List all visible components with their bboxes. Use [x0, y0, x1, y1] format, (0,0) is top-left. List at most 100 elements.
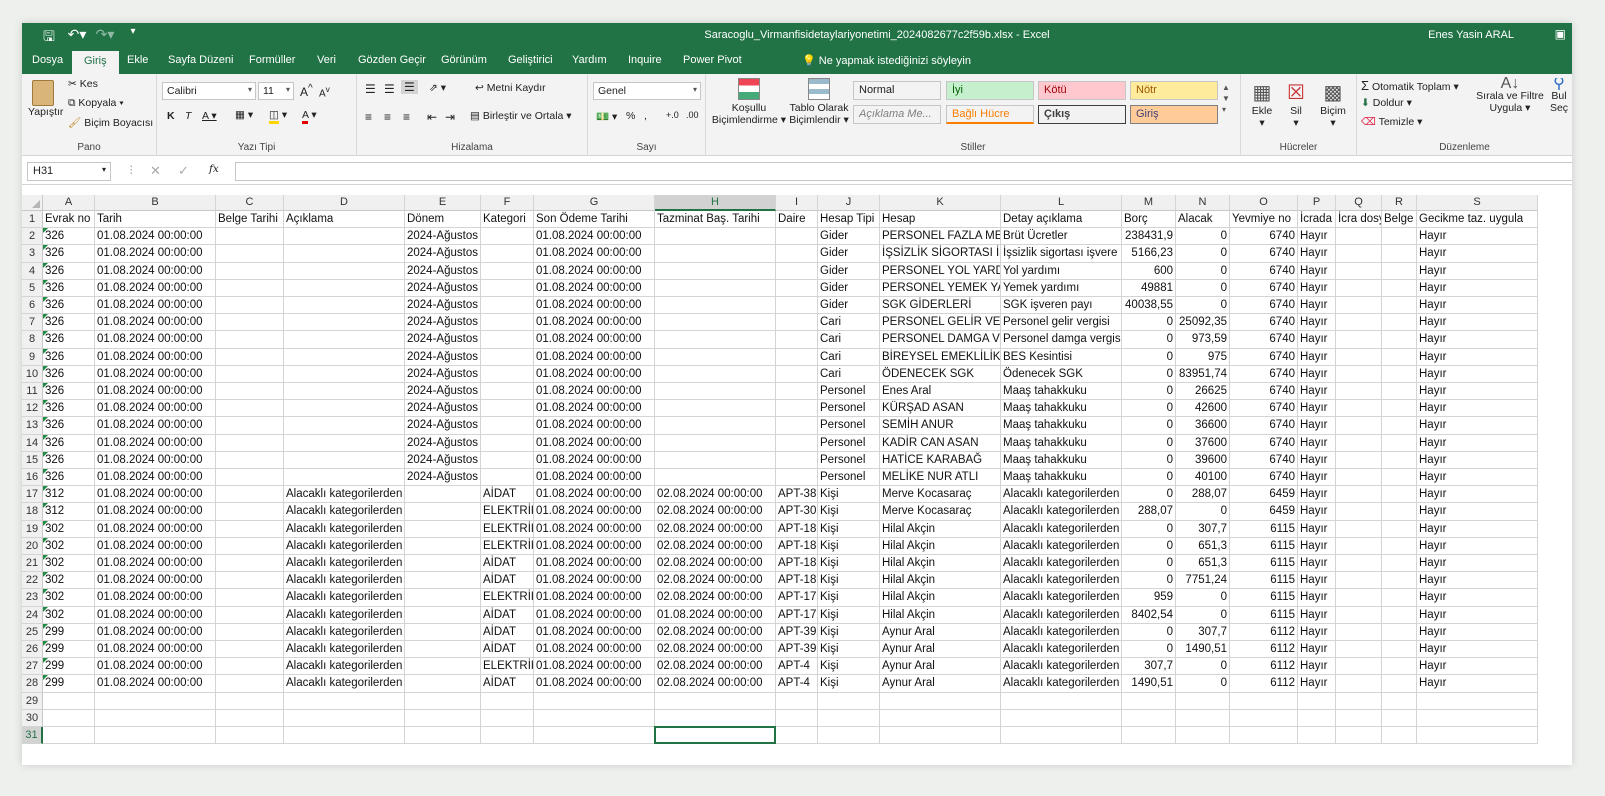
cell-i29[interactable]	[776, 692, 818, 710]
cell-r1[interactable]: Belge	[1382, 211, 1417, 229]
tab-veri[interactable]: Veri	[317, 54, 336, 66]
cell-q23[interactable]	[1336, 589, 1382, 607]
cell-g13[interactable]: 01.08.2024 00:00:00	[534, 417, 655, 435]
insert-cells-button[interactable]: ▦ Ekle ▾	[1247, 80, 1277, 129]
cell-m9[interactable]: 0	[1122, 348, 1176, 366]
column-header-k[interactable]: K	[880, 195, 1001, 211]
cell-g20[interactable]: 01.08.2024 00:00:00	[534, 537, 655, 555]
cell-d20[interactable]: Alacaklı kategorilerden	[284, 537, 405, 555]
cell-n25[interactable]: 307,7	[1176, 623, 1230, 641]
cell-n5[interactable]: 0	[1176, 279, 1230, 297]
cell-m16[interactable]: 0	[1122, 469, 1176, 487]
cell-l20[interactable]: Alacaklı kategorilerden	[1001, 537, 1122, 555]
cell-p23[interactable]: Hayır	[1298, 589, 1336, 607]
cell-a23[interactable]: 302	[43, 589, 95, 607]
cell-s16[interactable]: Hayır	[1417, 469, 1538, 487]
cell-k21[interactable]: Hilal Akçin	[880, 555, 1001, 573]
cell-j18[interactable]: Kişi	[818, 503, 880, 521]
cell-m31[interactable]	[1122, 727, 1176, 745]
tell-me-search[interactable]: 💡 Ne yapmak istediğinizi söyleyin	[802, 54, 971, 67]
cell-i17[interactable]: APT-38	[776, 486, 818, 504]
cell-c27[interactable]	[216, 658, 284, 676]
tab-gorunum[interactable]: Görünüm	[441, 54, 487, 66]
cell-r11[interactable]	[1382, 383, 1417, 401]
cell-d2[interactable]	[284, 228, 405, 246]
cell-r13[interactable]	[1382, 417, 1417, 435]
tab-giris[interactable]: Giriş	[72, 51, 119, 74]
cell-s13[interactable]: Hayır	[1417, 417, 1538, 435]
cell-e12[interactable]: 2024-Ağustos	[405, 400, 481, 418]
cell-c16[interactable]	[216, 469, 284, 487]
cell-e14[interactable]: 2024-Ağustos	[405, 434, 481, 452]
cell-m17[interactable]: 0	[1122, 486, 1176, 504]
cell-s2[interactable]: Hayır	[1417, 228, 1538, 246]
cell-a26[interactable]: 299	[43, 641, 95, 659]
cell-f22[interactable]: AİDAT	[481, 572, 534, 590]
cell-q28[interactable]	[1336, 675, 1382, 693]
cell-d27[interactable]: Alacaklı kategorilerden	[284, 658, 405, 676]
row-header-17[interactable]: 17	[22, 486, 43, 504]
cell-i15[interactable]	[776, 451, 818, 469]
cell-n9[interactable]: 975	[1176, 348, 1230, 366]
tab-gelistirici[interactable]: Geliştirici	[508, 54, 553, 66]
cell-o12[interactable]: 6740	[1230, 400, 1298, 418]
cell-b19[interactable]: 01.08.2024 00:00:00	[95, 520, 216, 538]
cell-d8[interactable]	[284, 331, 405, 349]
row-header-27[interactable]: 27	[22, 658, 43, 676]
cell-o14[interactable]: 6740	[1230, 434, 1298, 452]
cell-a2[interactable]: 326	[43, 228, 95, 246]
cell-d28[interactable]: Alacaklı kategorilerden	[284, 675, 405, 693]
cell-a30[interactable]	[43, 709, 95, 727]
cell-i8[interactable]	[776, 331, 818, 349]
cell-m26[interactable]: 0	[1122, 641, 1176, 659]
cell-d21[interactable]: Alacaklı kategorilerden	[284, 555, 405, 573]
cell-d1[interactable]: Açıklama	[284, 211, 405, 229]
cell-a17[interactable]: 312	[43, 486, 95, 504]
cell-b8[interactable]: 01.08.2024 00:00:00	[95, 331, 216, 349]
column-header-l[interactable]: L	[1001, 195, 1122, 211]
cell-n11[interactable]: 26625	[1176, 383, 1230, 401]
cell-m23[interactable]: 959	[1122, 589, 1176, 607]
cell-j30[interactable]	[818, 709, 880, 727]
find-select-button[interactable]: ⚲ Bul Seç	[1547, 78, 1571, 114]
style-linked-cell[interactable]: Bağlı Hücre	[946, 105, 1034, 124]
cell-j15[interactable]: Personel	[818, 451, 880, 469]
cell-m20[interactable]: 0	[1122, 537, 1176, 555]
cell-p25[interactable]: Hayır	[1298, 623, 1336, 641]
cell-d7[interactable]	[284, 314, 405, 332]
cell-g12[interactable]: 01.08.2024 00:00:00	[534, 400, 655, 418]
cell-o4[interactable]: 6740	[1230, 262, 1298, 280]
cell-m8[interactable]: 0	[1122, 331, 1176, 349]
cell-p10[interactable]: Hayır	[1298, 365, 1336, 383]
row-header-7[interactable]: 7	[22, 314, 43, 332]
cell-n7[interactable]: 25092,35	[1176, 314, 1230, 332]
cell-p11[interactable]: Hayır	[1298, 383, 1336, 401]
align-center-icon[interactable]: ≡	[384, 110, 391, 124]
cell-i9[interactable]	[776, 348, 818, 366]
cell-j10[interactable]: Cari	[818, 365, 880, 383]
cell-j2[interactable]: Gider	[818, 228, 880, 246]
cell-e17[interactable]	[405, 486, 481, 504]
cell-r3[interactable]	[1382, 245, 1417, 263]
cell-f16[interactable]	[481, 469, 534, 487]
cell-q1[interactable]: İcra dosy	[1336, 211, 1382, 229]
cell-b25[interactable]: 01.08.2024 00:00:00	[95, 623, 216, 641]
column-header-c[interactable]: C	[216, 195, 284, 211]
cell-k19[interactable]: Hilal Akçin	[880, 520, 1001, 538]
cell-d23[interactable]: Alacaklı kategorilerden	[284, 589, 405, 607]
cancel-icon[interactable]: ✕	[150, 163, 161, 179]
cell-j17[interactable]: Kişi	[818, 486, 880, 504]
cell-o1[interactable]: Yevmiye no	[1230, 211, 1298, 229]
cell-s10[interactable]: Hayır	[1417, 365, 1538, 383]
cell-n26[interactable]: 1490,51	[1176, 641, 1230, 659]
cell-r29[interactable]	[1382, 692, 1417, 710]
cell-o18[interactable]: 6459	[1230, 503, 1298, 521]
cell-h8[interactable]	[655, 331, 776, 349]
cell-g22[interactable]: 01.08.2024 00:00:00	[534, 572, 655, 590]
cell-b24[interactable]: 01.08.2024 00:00:00	[95, 606, 216, 624]
cell-h14[interactable]	[655, 434, 776, 452]
cell-k29[interactable]	[880, 692, 1001, 710]
cell-i6[interactable]	[776, 297, 818, 315]
cell-i21[interactable]: APT-18	[776, 555, 818, 573]
cell-k26[interactable]: Aynur Aral	[880, 641, 1001, 659]
